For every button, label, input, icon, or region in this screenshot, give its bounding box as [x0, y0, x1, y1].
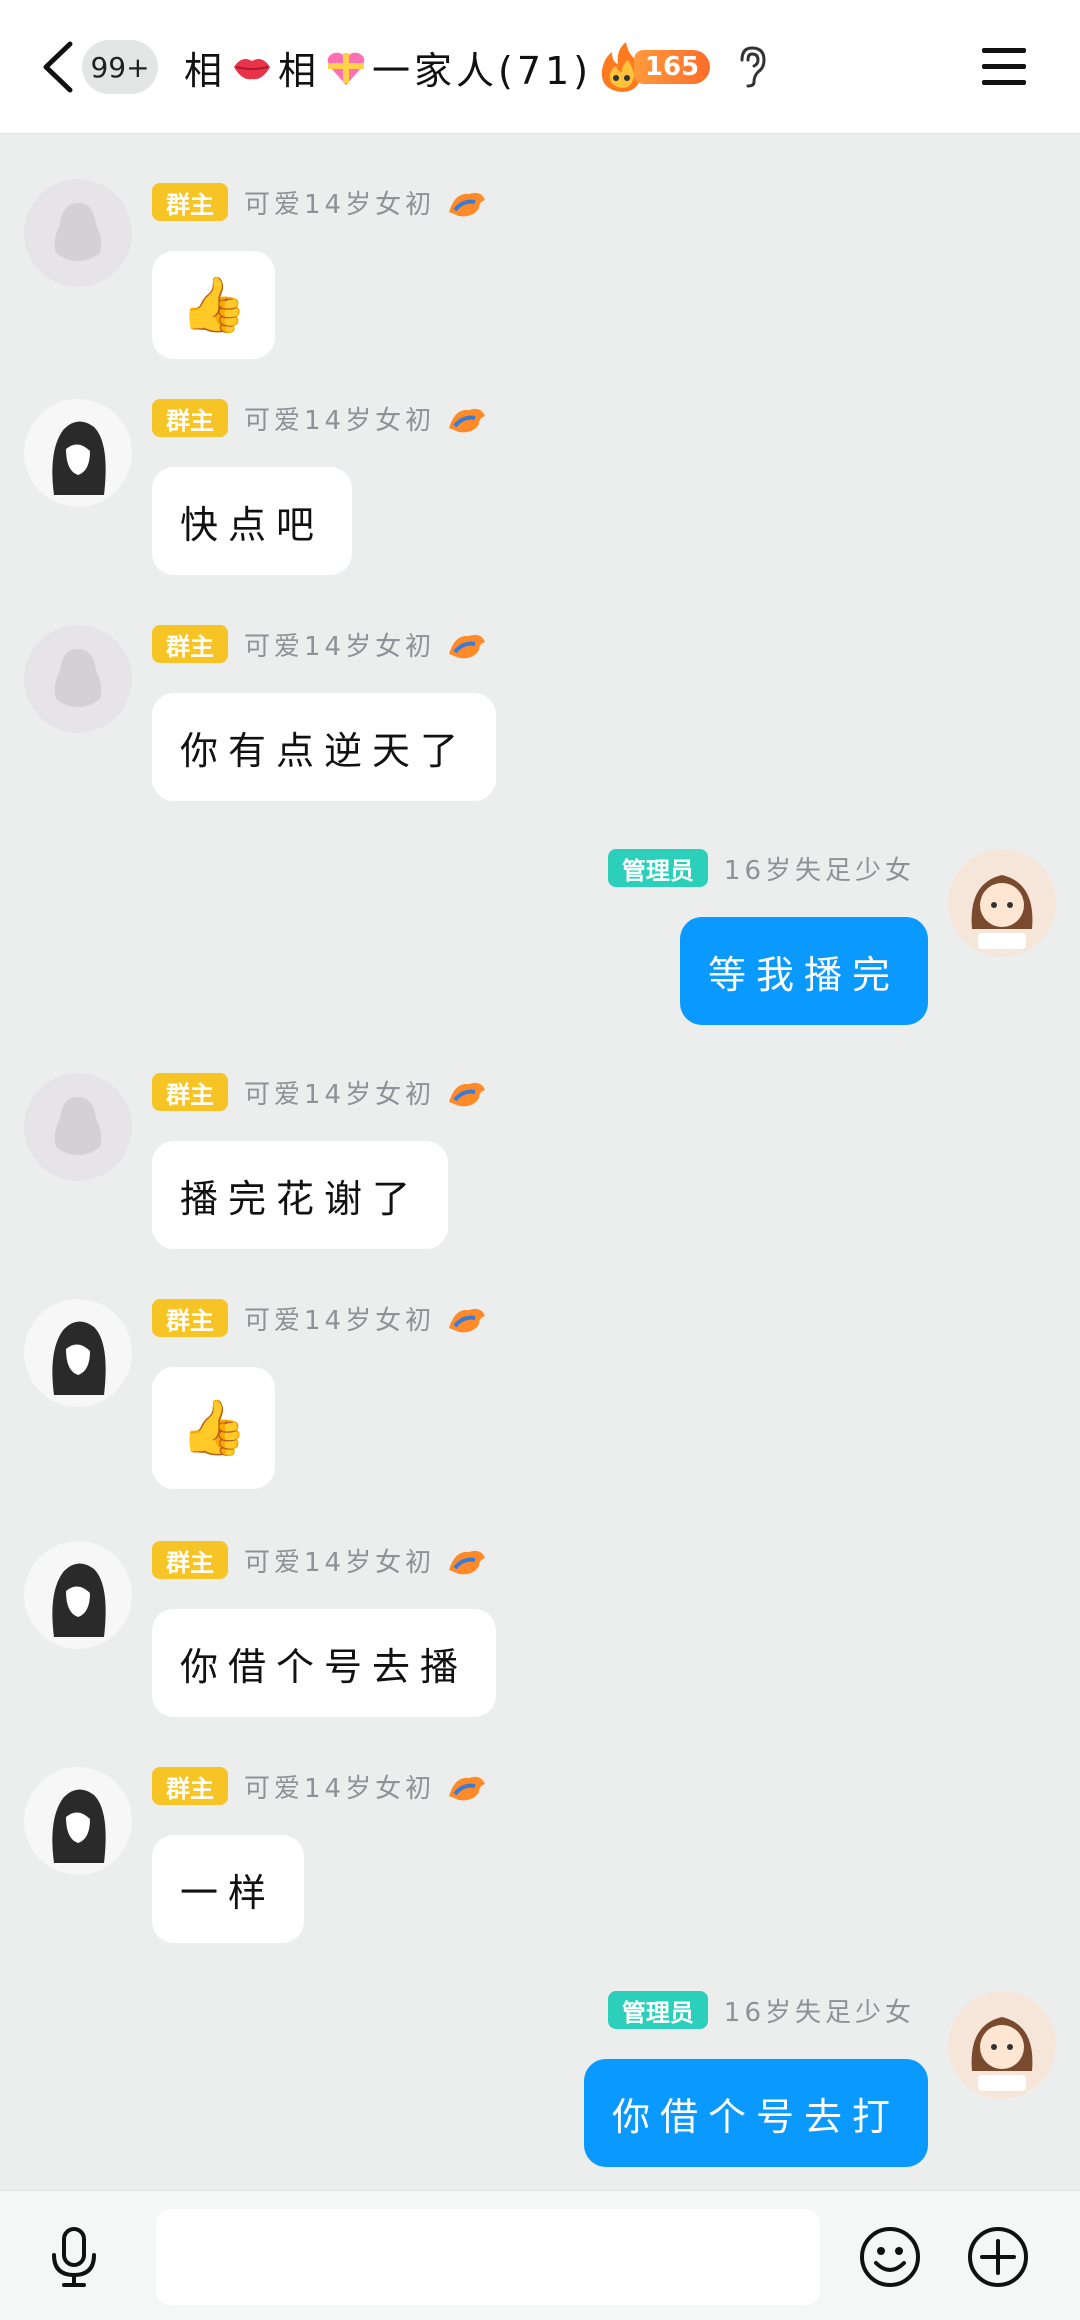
sender-nickname[interactable]: 可爱14岁女初 [244, 184, 435, 221]
admin-tag: 管理员 [607, 1991, 708, 2029]
unread-count-badge[interactable]: 99+ [82, 40, 158, 94]
dragon-level-icon [449, 1308, 486, 1333]
message-meta: 群主 可爱14岁女初 [152, 625, 489, 663]
message-row-self: 管理员 16岁失足少女 你借个号去打 [0, 1991, 1080, 2191]
sender-nickname[interactable]: 可爱14岁女初 [244, 400, 435, 437]
group-title-part1: 相 [184, 48, 227, 93]
group-title-part2: 相 [278, 48, 321, 93]
avatar-anime-girl[interactable] [24, 399, 132, 507]
message-meta: 群主 可爱14岁女初 [152, 1073, 489, 1111]
message-row: 群主 可爱14岁女初 一样 [0, 1767, 1080, 1987]
sender-nickname[interactable]: 可爱14岁女初 [244, 1768, 435, 1805]
smiley-icon[interactable] [858, 2225, 922, 2289]
message-bubble-self[interactable]: 等我播完 [679, 917, 928, 1025]
message-bubble[interactable]: 你借个号去播 [152, 1609, 497, 1717]
fire-count: 165 [634, 50, 710, 84]
message-row: 群主 可爱14岁女初 播完花谢了 [0, 1073, 1080, 1293]
owner-tag: 群主 [152, 399, 228, 437]
hamburger-menu-icon[interactable] [982, 46, 1026, 86]
avatar-cartoon-girl[interactable] [948, 849, 1056, 957]
ear-icon[interactable] [736, 44, 768, 88]
avatar-default-penguin[interactable] [24, 179, 132, 287]
message-bubble[interactable]: 👍 [152, 251, 276, 359]
message-list[interactable]: 群主 可爱14岁女初 👍 群主 可爱14岁女初 快点吧 群主 可爱14岁女初 你… [0, 135, 1080, 2190]
message-bubble[interactable]: 快点吧 [152, 467, 353, 575]
heart-ribbon-emoji-icon [327, 52, 365, 85]
message-bubble[interactable]: 👍 [152, 1367, 276, 1489]
avatar-default-penguin[interactable] [24, 1073, 132, 1181]
dragon-level-icon [449, 1082, 486, 1107]
message-meta: 管理员 16岁失足少女 [607, 849, 915, 887]
avatar-anime-girl[interactable] [24, 1541, 132, 1649]
group-title[interactable]: 相 相 一家人(71) [184, 40, 592, 94]
message-meta: 群主 可爱14岁女初 [152, 399, 489, 437]
message-meta: 群主 可爱14岁女初 [152, 1541, 489, 1579]
sender-nickname[interactable]: 16岁失足少女 [724, 850, 915, 887]
message-bubble[interactable]: 一样 [152, 1835, 305, 1943]
avatar-anime-girl[interactable] [24, 1299, 132, 1407]
owner-tag: 群主 [152, 1767, 228, 1805]
sender-nickname[interactable]: 可爱14岁女初 [244, 1074, 435, 1111]
owner-tag: 群主 [152, 1073, 228, 1111]
message-row: 群主 可爱14岁女初 👍 [0, 1299, 1080, 1539]
plus-circle-icon[interactable] [966, 2225, 1030, 2289]
group-fire-badge[interactable]: 165 [594, 40, 712, 94]
message-row: 群主 可爱14岁女初 你借个号去播 [0, 1541, 1080, 1761]
avatar-anime-girl[interactable] [24, 1767, 132, 1875]
message-meta: 群主 可爱14岁女初 [152, 183, 489, 221]
message-bubble-self[interactable]: 你借个号去打 [583, 2059, 928, 2167]
message-meta: 群主 可爱14岁女初 [152, 1299, 489, 1337]
message-meta: 群主 可爱14岁女初 [152, 1767, 489, 1805]
owner-tag: 群主 [152, 1541, 228, 1579]
dragon-level-icon [449, 192, 486, 217]
avatar-default-penguin[interactable] [24, 625, 132, 733]
message-meta: 管理员 16岁失足少女 [607, 1991, 915, 2029]
message-row: 群主 可爱14岁女初 你有点逆天了 [0, 625, 1080, 845]
group-title-part3: 一家人(71) [372, 48, 593, 93]
message-bubble[interactable]: 你有点逆天了 [152, 693, 497, 801]
back-chevron-icon[interactable] [38, 40, 78, 94]
sender-nickname[interactable]: 可爱14岁女初 [244, 1542, 435, 1579]
avatar-cartoon-girl[interactable] [948, 1991, 1056, 2099]
sender-nickname[interactable]: 可爱14岁女初 [244, 1300, 435, 1337]
message-row: 群主 可爱14岁女初 快点吧 [0, 399, 1080, 619]
dragon-level-icon [449, 634, 486, 659]
dragon-level-icon [449, 408, 486, 433]
dragon-level-icon [449, 1776, 486, 1801]
chat-header: 99+ 相 相 一家人(71) 165 [0, 0, 1080, 134]
microphone-icon[interactable] [44, 2225, 104, 2289]
message-row-self: 管理员 16岁失足少女 等我播完 [0, 849, 1080, 1069]
owner-tag: 群主 [152, 183, 228, 221]
sender-nickname[interactable]: 16岁失足少女 [724, 1992, 915, 2029]
message-bubble[interactable]: 播完花谢了 [152, 1141, 449, 1249]
owner-tag: 群主 [152, 625, 228, 663]
message-input[interactable] [156, 2209, 820, 2305]
sender-nickname[interactable]: 可爱14岁女初 [244, 626, 435, 663]
lips-emoji-icon [234, 59, 271, 80]
dragon-level-icon [449, 1550, 486, 1575]
message-row: 群主 可爱14岁女初 👍 [0, 159, 1080, 389]
admin-tag: 管理员 [607, 849, 708, 887]
input-bar [0, 2190, 1080, 2320]
owner-tag: 群主 [152, 1299, 228, 1337]
